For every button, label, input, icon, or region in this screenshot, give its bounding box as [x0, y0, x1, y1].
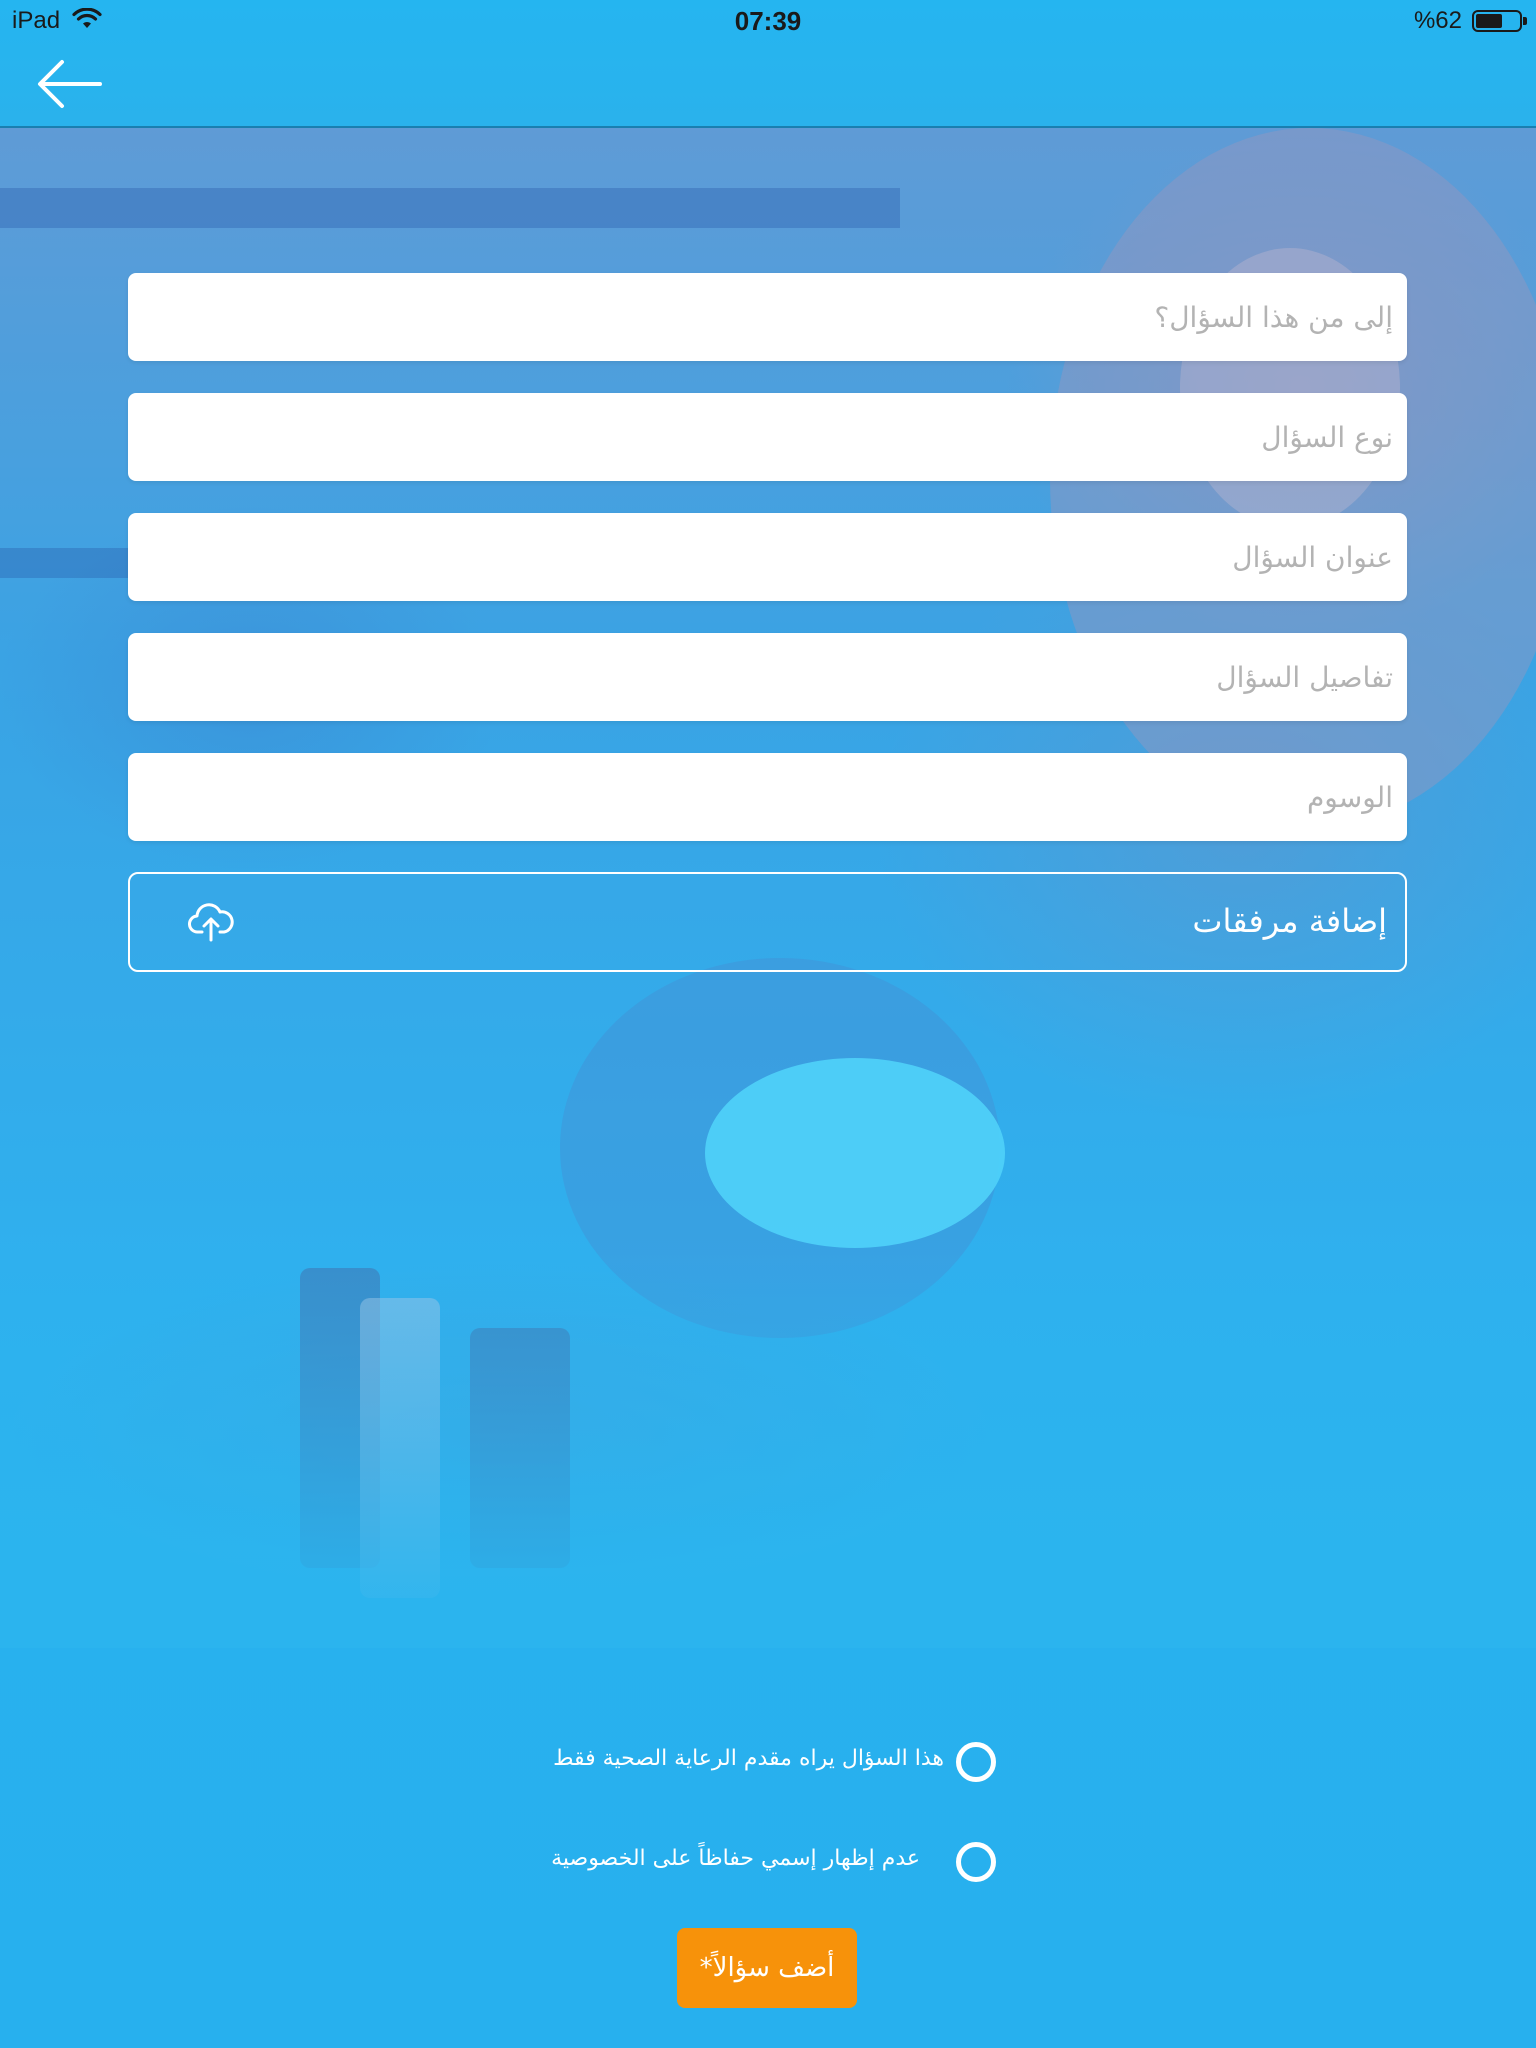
provider-only-option[interactable]: هذا السؤال يراه مقدم الرعاية الصحية فقط: [520, 1738, 1000, 1788]
radio-button[interactable]: [956, 1742, 996, 1782]
battery-icon: [1472, 10, 1527, 32]
back-button[interactable]: [34, 56, 106, 112]
add-attachments-button[interactable]: إضافة مرفقات: [128, 872, 1407, 972]
status-bar: iPad 07:39 %62: [0, 0, 1536, 40]
cloud-upload-icon: [188, 903, 234, 942]
question-title-input[interactable]: [128, 513, 1407, 601]
hide-name-option[interactable]: عدم إظهار إسمي حفاظاً على الخصوصية: [520, 1838, 1000, 1888]
recipient-input[interactable]: [128, 273, 1407, 361]
question-type-input[interactable]: [128, 393, 1407, 481]
clock: 07:39: [734, 6, 802, 36]
battery-percent: %62: [1413, 7, 1462, 34]
question-details-input[interactable]: [128, 633, 1407, 721]
add-question-button[interactable]: أضف سؤالاً*: [677, 1928, 857, 2008]
add-attachments-label: إضافة مرفقات: [1192, 902, 1387, 940]
provider-only-label: هذا السؤال يراه مقدم الرعاية الصحية فقط: [553, 1746, 944, 1771]
arrow-left-icon: [38, 60, 102, 108]
tags-input[interactable]: [128, 753, 1407, 841]
radio-button[interactable]: [956, 1842, 996, 1882]
hide-name-label: عدم إظهار إسمي حفاظاً على الخصوصية: [551, 1846, 920, 1871]
